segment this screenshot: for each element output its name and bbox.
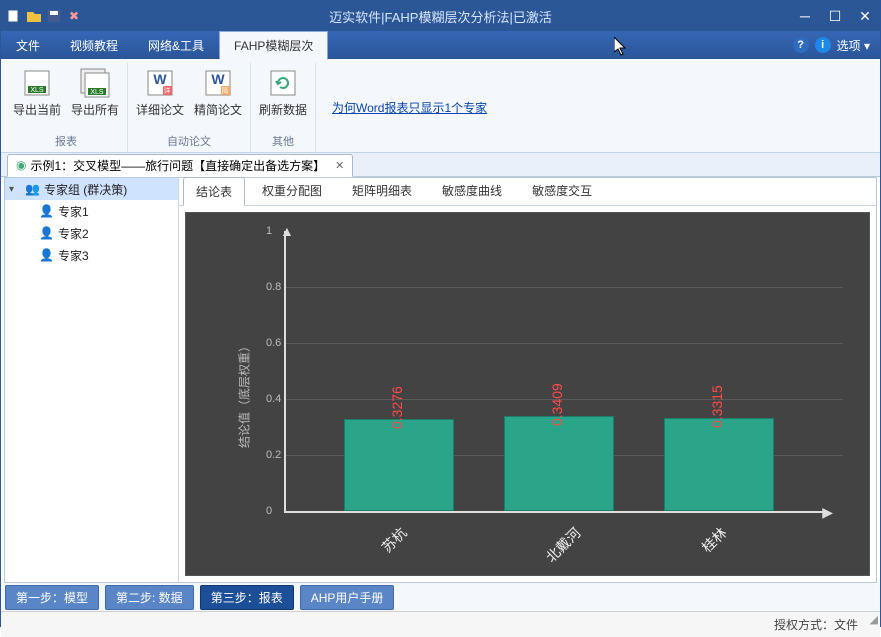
tab-sensitivity-interactive[interactable]: 敏感度交互	[519, 176, 605, 205]
step-bar: 第一步：模型 第二步: 数据 第三步：报表 AHP用户手册	[1, 583, 880, 611]
ribbon-group-other: 刷新数据 其他	[251, 63, 316, 152]
resize-grip-icon[interactable]: ◢	[870, 613, 878, 626]
chart-ytick: 0.2	[266, 449, 281, 461]
xls-icon: XLS	[21, 67, 53, 99]
tree-root[interactable]: ▾ 👥 专家组 (群决策)	[5, 178, 178, 200]
svg-text:XLS: XLS	[30, 87, 44, 94]
maximize-button[interactable]: ☐	[820, 1, 850, 31]
ribbon-group-report: XLS 导出当前 XLS 导出所有 报表	[5, 63, 128, 152]
chart-ytick: 0.8	[266, 281, 281, 293]
tree-child[interactable]: 👤 专家2	[5, 222, 178, 244]
chart-bar-value: 0.3315	[709, 385, 725, 428]
menu-file[interactable]: 文件	[1, 31, 55, 59]
open-folder-icon[interactable]	[25, 7, 43, 25]
menu-network-tools[interactable]: 网络&工具	[133, 31, 219, 59]
person-icon: 👤	[39, 226, 54, 240]
menu-video-tutorial[interactable]: 视频教程	[55, 31, 133, 59]
svg-text:详: 详	[164, 86, 171, 95]
svg-text:W: W	[211, 71, 225, 87]
chart-x-category: 北戴河	[541, 523, 585, 567]
chart-bar	[664, 418, 774, 511]
chart-x-category: 桂林	[697, 523, 731, 557]
tree-child[interactable]: 👤 专家1	[5, 200, 178, 222]
main-panel: 结论表 权重分配图 矩阵明细表 敏感度曲线 敏感度交互 结论值（底层权重） 00…	[179, 178, 876, 582]
chart-bar	[344, 419, 454, 511]
titlebar: ✖ 迈实软件|FAHP模糊层次分析法|已激活 ─ ☐ ✕	[1, 1, 880, 31]
svg-text:简: 简	[222, 86, 229, 95]
tab-sensitivity-curve[interactable]: 敏感度曲线	[429, 176, 515, 205]
chart-ytick: 0.4	[266, 393, 281, 405]
workarea: ▾ 👥 专家组 (群决策) 👤 专家1 👤 专家2 👤 专家3 结论表 权重分配…	[4, 177, 877, 583]
detailed-paper-button[interactable]: W详 详细论文	[134, 65, 186, 120]
tree-child[interactable]: 👤 专家3	[5, 244, 178, 266]
step-data[interactable]: 第二步: 数据	[105, 585, 194, 610]
menubar: 文件 视频教程 网络&工具 FAHP模糊层次 ? i 选项 ▾	[1, 31, 880, 59]
tree-sidebar[interactable]: ▾ 👥 专家组 (群决策) 👤 专家1 👤 专家2 👤 专家3	[5, 178, 179, 582]
refresh-icon	[267, 67, 299, 99]
ribbon-help-link[interactable]: 为何Word报表只显示1个专家	[316, 63, 503, 152]
group-icon: 👥	[25, 182, 40, 196]
ribbon-group-paper: W详 详细论文 W简 精简论文 自动论文	[128, 63, 251, 152]
close-button[interactable]: ✕	[850, 1, 880, 31]
cube-icon: ◉	[16, 158, 26, 172]
status-bar: 授权方式：文件 ◢	[1, 611, 880, 637]
tab-matrix-detail[interactable]: 矩阵明细表	[339, 176, 425, 205]
word-concise-icon: W简	[202, 67, 234, 99]
svg-text:W: W	[153, 71, 167, 87]
refresh-data-button[interactable]: 刷新数据	[257, 65, 309, 120]
menu-fahp[interactable]: FAHP模糊层次	[219, 31, 328, 60]
chart-x-category: 苏杭	[377, 523, 411, 557]
person-icon: 👤	[39, 248, 54, 262]
chart-area: 结论值（底层权重） 00.20.40.60.81▲▶0.3276苏杭0.3409…	[185, 212, 870, 576]
chart-tabs: 结论表 权重分配图 矩阵明细表 敏感度曲线 敏感度交互	[179, 178, 876, 206]
step-manual[interactable]: AHP用户手册	[300, 585, 395, 610]
collapse-icon[interactable]: ▾	[9, 184, 21, 195]
tools-icon[interactable]: ✖	[65, 7, 83, 25]
export-current-button[interactable]: XLS 导出当前	[11, 65, 63, 120]
document-tab[interactable]: ◉ 示例1：交叉模型——旅行问题【直接确定出备选方案】 ✕	[7, 154, 353, 177]
chart-bar	[504, 416, 614, 511]
xls-all-icon: XLS	[79, 67, 111, 99]
chart-bar-value: 0.3276	[389, 386, 405, 429]
new-file-icon[interactable]	[5, 7, 23, 25]
help-icon[interactable]: ?	[793, 37, 809, 53]
options-dropdown[interactable]: 选项 ▾	[837, 37, 870, 54]
info-icon[interactable]: i	[815, 37, 831, 53]
chart-ytick: 0.6	[266, 337, 281, 349]
step-model[interactable]: 第一步：模型	[5, 585, 99, 610]
chart-ytick: 0	[266, 505, 272, 517]
export-all-button[interactable]: XLS 导出所有	[69, 65, 121, 120]
status-text: 授权方式：文件	[774, 616, 858, 633]
svg-text:XLS: XLS	[90, 89, 104, 96]
ribbon: XLS 导出当前 XLS 导出所有 报表 W详 详细论文 W简 精简论文 自动论…	[1, 59, 880, 153]
tab-weight-distribution[interactable]: 权重分配图	[249, 176, 335, 205]
step-report[interactable]: 第三步：报表	[200, 585, 294, 610]
person-icon: 👤	[39, 204, 54, 218]
chart-bar-value: 0.3409	[549, 383, 565, 426]
chart-ytick: 1	[266, 225, 272, 237]
document-tabbar: ◉ 示例1：交叉模型——旅行问题【直接确定出备选方案】 ✕	[1, 153, 880, 177]
window-title: 迈实软件|FAHP模糊层次分析法|已激活	[329, 7, 552, 26]
tab-conclusion-table[interactable]: 结论表	[183, 177, 245, 206]
word-detailed-icon: W详	[144, 67, 176, 99]
minimize-button[interactable]: ─	[790, 1, 820, 31]
concise-paper-button[interactable]: W简 精简论文	[192, 65, 244, 120]
save-icon[interactable]	[45, 7, 63, 25]
close-tab-icon[interactable]: ✕	[335, 159, 344, 172]
